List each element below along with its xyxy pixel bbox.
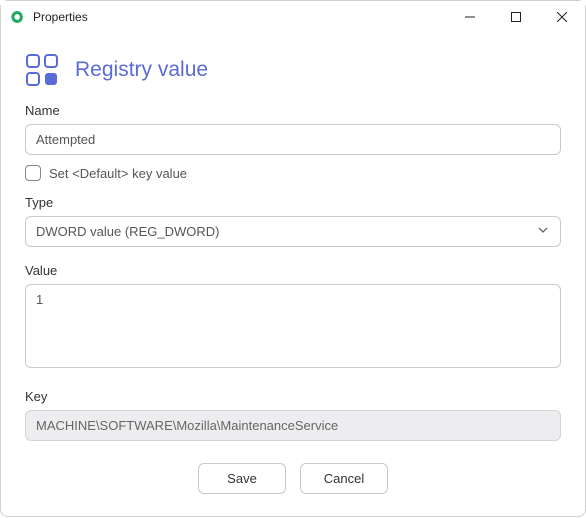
key-label: Key (25, 389, 561, 404)
dialog-title: Registry value (75, 58, 208, 82)
type-label: Type (25, 195, 561, 210)
value-label: Value (25, 263, 561, 278)
key-display: MACHINE\SOFTWARE\Mozilla\MaintenanceServ… (25, 410, 561, 441)
default-key-label: Set <Default> key value (49, 166, 187, 181)
content-area: Registry value Name Set <Default> key va… (1, 33, 585, 518)
value-input[interactable]: 1 (25, 284, 561, 368)
window-controls (447, 1, 585, 33)
button-row: Save Cancel (25, 463, 561, 494)
app-icon (9, 9, 25, 25)
cancel-button[interactable]: Cancel (300, 463, 388, 494)
minimize-button[interactable] (447, 1, 493, 33)
registry-icon (25, 53, 59, 87)
name-label: Name (25, 103, 561, 118)
dialog-header: Registry value (25, 53, 561, 87)
name-input[interactable] (25, 124, 561, 155)
type-select[interactable]: DWORD value (REG_DWORD) (25, 216, 561, 247)
maximize-button[interactable] (493, 1, 539, 33)
default-key-checkbox[interactable] (25, 165, 41, 181)
close-button[interactable] (539, 1, 585, 33)
save-button[interactable]: Save (198, 463, 286, 494)
default-key-row: Set <Default> key value (25, 165, 561, 181)
titlebar: Properties (1, 1, 585, 33)
window-title: Properties (33, 10, 447, 24)
